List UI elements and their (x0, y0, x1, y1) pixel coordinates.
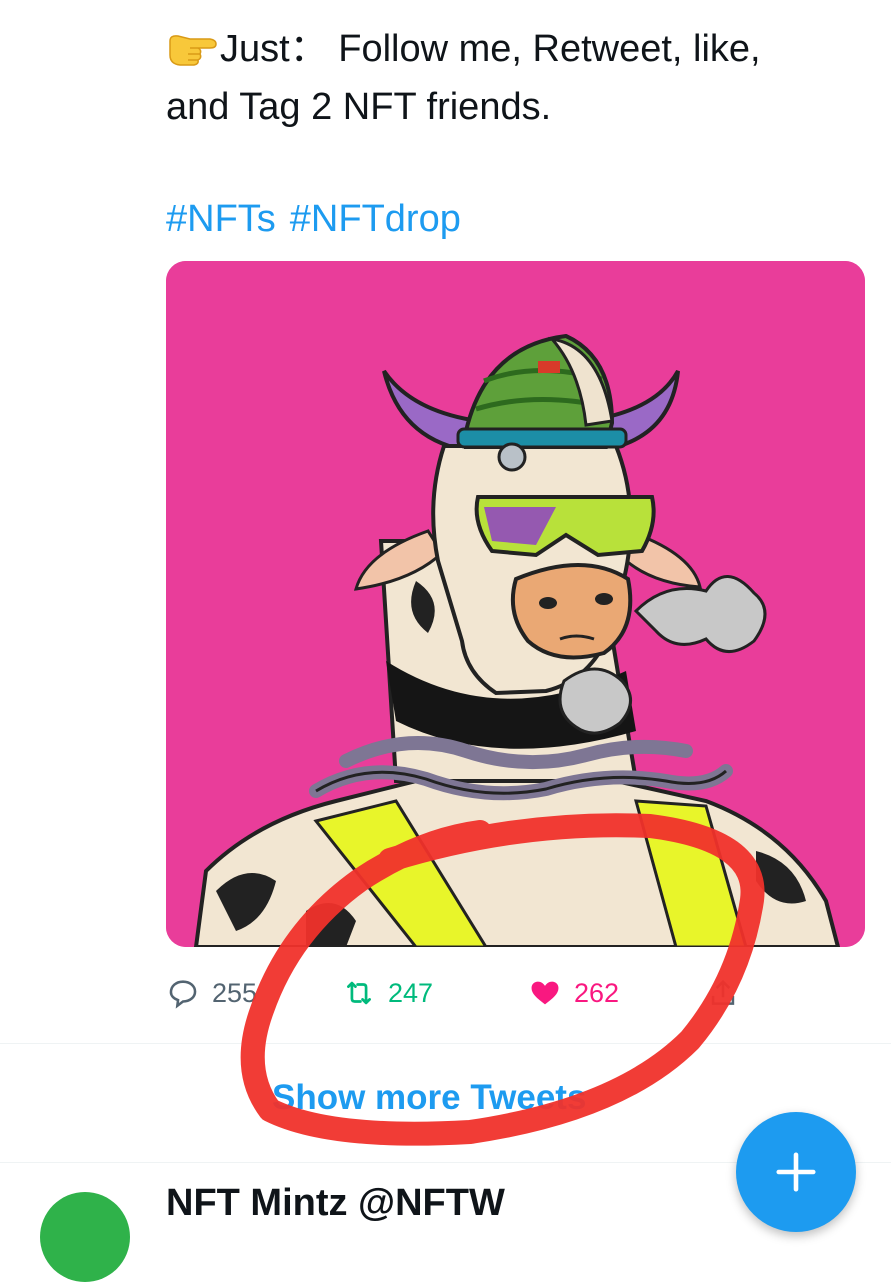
share-button[interactable] (706, 968, 752, 1018)
like-count: 262 (574, 977, 620, 1008)
heart-icon (531, 981, 559, 1005)
tweet-line-2-text: and Tag 2 NFT friends. (166, 86, 552, 128)
reply-icon (169, 980, 197, 1009)
tweet-text-line-1: Just： Follow me, Retweet, like, (166, 20, 866, 78)
next-tweet-header[interactable]: NFT Mintz @NFTW (166, 1182, 505, 1225)
hashtag-link[interactable]: #NFTdrop (290, 198, 461, 240)
tweet-media-image[interactable] (166, 261, 865, 947)
avatar[interactable] (40, 1192, 130, 1282)
reply-count: 255 (212, 977, 258, 1008)
reply-button[interactable]: 255 (166, 968, 257, 1018)
hashtag-link[interactable]: #NFTs (166, 198, 276, 240)
share-icon (711, 979, 735, 1005)
tweet-text: Just： Follow me, Retweet, like, and Tag … (166, 20, 866, 136)
plus-icon (776, 1152, 816, 1192)
compose-tweet-button[interactable] (736, 1112, 856, 1232)
pointing-right-icon (169, 35, 217, 66)
tweet-actions: 255 247 262 (166, 968, 866, 1018)
show-more-tweets-link[interactable]: Show more Tweets (272, 1078, 586, 1118)
hashtags: #NFTs #NFTdrop (166, 190, 475, 248)
nft-bull-artwork (166, 261, 865, 947)
retweet-button[interactable]: 247 (342, 968, 433, 1018)
like-button[interactable]: 262 (528, 968, 619, 1018)
retweet-icon (347, 981, 371, 1005)
retweet-count: 247 (388, 977, 434, 1008)
divider (0, 1043, 891, 1044)
tweet-line-1-text: Just： Follow me, Retweet, like, (220, 28, 761, 70)
